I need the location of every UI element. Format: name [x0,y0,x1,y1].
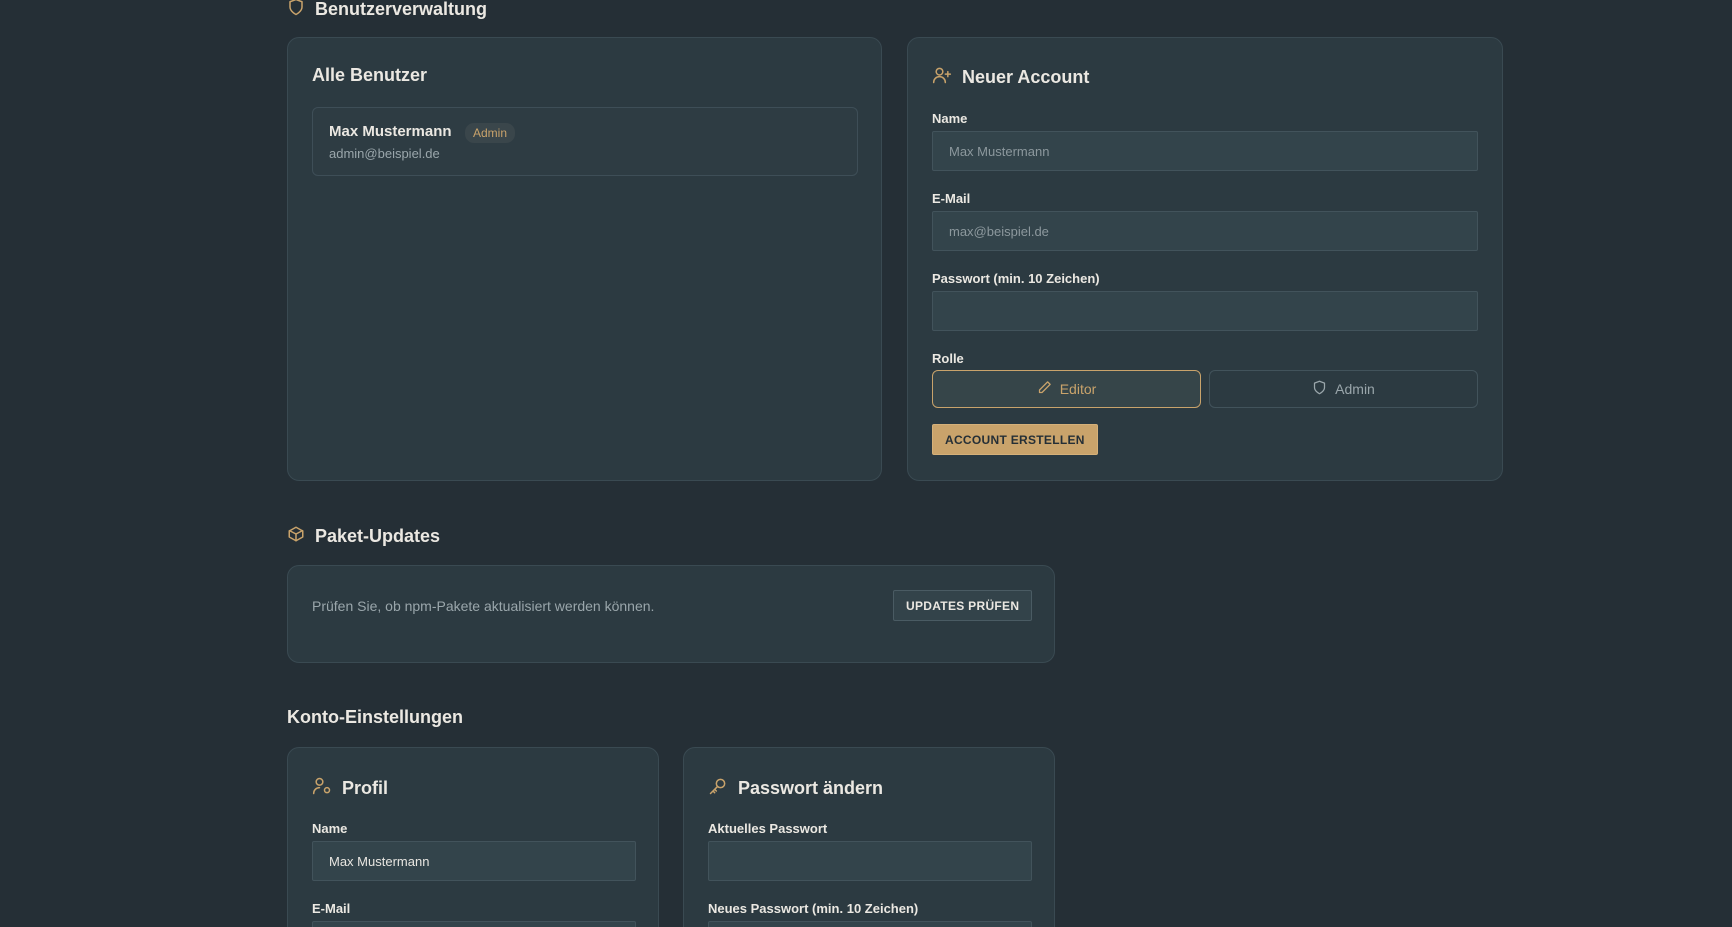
package-updates-card: Prüfen Sie, ob npm-Pakete aktualisiert w… [287,565,1055,663]
email-label: E-Mail [932,191,971,206]
section-package-updates: Paket-Updates [287,525,440,548]
profile-email-label: E-Mail [312,901,351,916]
role-admin-label: Admin [1335,381,1375,397]
new-account-password-input[interactable] [932,291,1478,331]
change-password-title: Passwort ändern [708,776,883,801]
create-account-button[interactable]: ACCOUNT ERSTELLEN [932,424,1098,455]
profile-email-input[interactable] [312,921,636,927]
change-password-title-text: Passwort ändern [738,778,884,798]
password-label: Passwort (min. 10 Zeichen) [932,271,1100,286]
key-icon [708,776,728,801]
section-title-account-settings: Konto-Einstellungen [287,707,463,727]
user-cog-icon [312,776,332,801]
user-name: Max Mustermann [329,123,452,140]
shield-icon [1312,380,1327,398]
name-label: Name [932,111,968,126]
package-icon [287,525,305,548]
profile-card: Profil Name E-Mail [287,747,659,927]
role-editor-label: Editor [1059,381,1097,397]
current-password-input[interactable] [708,841,1032,881]
change-password-card: Passwort ändern Aktuelles Passwort Neues… [683,747,1055,927]
pencil-icon [1037,380,1052,398]
role-label: Rolle [932,351,964,366]
new-account-title-text: Neuer Account [962,67,1090,87]
all-users-title: Alle Benutzer [312,65,427,86]
profile-name-input[interactable] [312,841,636,881]
new-account-card: Neuer Account Name E-Mail Passwort (min.… [907,37,1503,481]
user-plus-icon [932,65,952,90]
new-password-input[interactable] [708,921,1032,927]
section-title-user-management: Benutzerverwaltung [315,0,488,19]
user-email: admin@beispiel.de [329,146,440,161]
new-password-label: Neues Passwort (min. 10 Zeichen) [708,901,919,916]
user-list-item[interactable]: Max Mustermann Admin admin@beispiel.de [312,107,858,176]
all-users-title-text: Alle Benutzer [312,65,428,85]
role-admin-button[interactable]: Admin [1209,370,1478,408]
section-account-settings: Konto-Einstellungen [287,707,463,728]
check-updates-button[interactable]: UPDATES PRÜFEN [893,590,1033,621]
profile-title: Profil [312,776,388,801]
section-title-package-updates: Paket-Updates [315,526,441,546]
settings-page: Benutzerverwaltung Alle Benutzer Max Mus… [0,0,1732,927]
role-editor-button[interactable]: Editor [932,370,1201,408]
updates-description: Prüfen Sie, ob npm-Pakete aktualisiert w… [312,598,655,614]
shield-icon [287,0,305,21]
current-password-label: Aktuelles Passwort [708,821,828,836]
new-account-title: Neuer Account [932,65,1089,90]
section-user-management: Benutzerverwaltung [287,0,487,21]
profile-title-text: Profil [342,778,389,798]
new-account-email-input[interactable] [932,211,1478,251]
new-account-name-input[interactable] [932,131,1478,171]
role-badge: Admin [465,123,516,143]
all-users-card: Alle Benutzer Max Mustermann Admin admin… [287,37,882,481]
profile-name-label: Name [312,821,348,836]
